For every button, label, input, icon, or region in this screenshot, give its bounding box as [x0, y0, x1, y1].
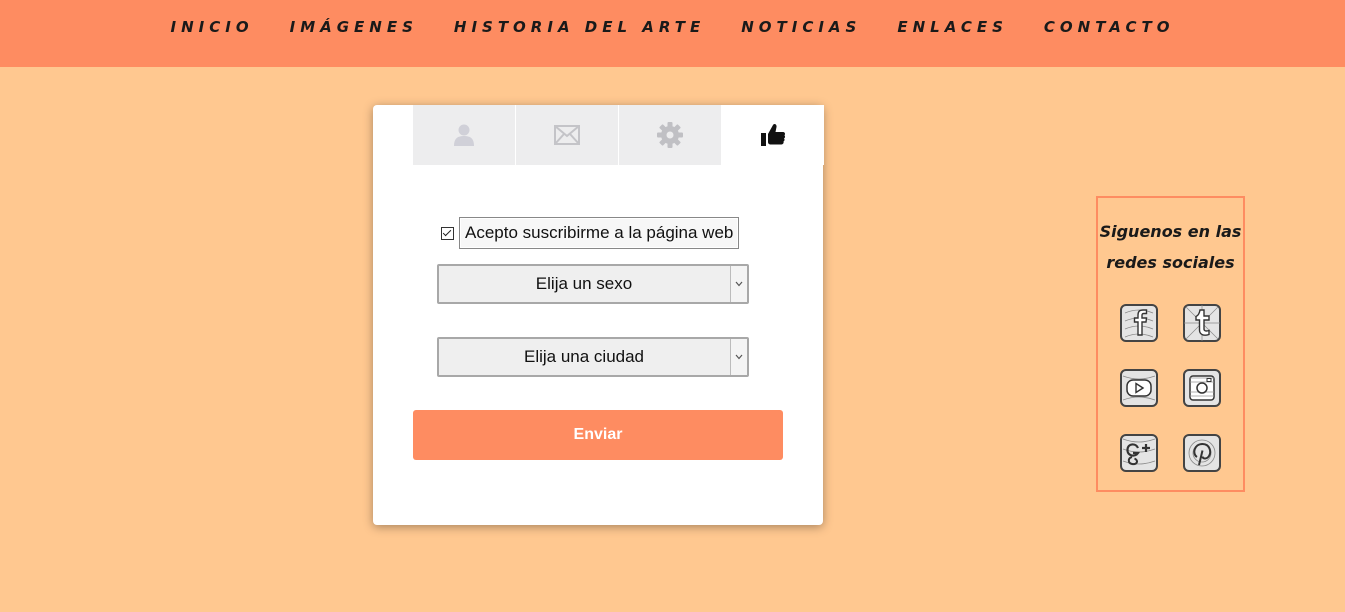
social-title-line-1: Siguenos en las	[1099, 222, 1242, 241]
google-plus-icon[interactable]	[1119, 433, 1159, 473]
nav-link-imagenes[interactable]: IMÁGENES	[290, 18, 418, 36]
subscription-form-card: Acepto suscribirme a la página web Elija…	[373, 105, 825, 525]
social-networks-box: Siguenos en las redes sociales	[1096, 196, 1245, 492]
thumbs-up-icon	[761, 123, 786, 146]
pinterest-icon[interactable]	[1182, 433, 1222, 473]
social-title-line-2: redes sociales	[1106, 253, 1235, 272]
top-navigation: INICIO IMÁGENES HISTORIA DEL ARTE NOTICI…	[0, 0, 1345, 67]
chevron-down-icon	[735, 354, 743, 360]
social-title: Siguenos en las redes sociales	[1098, 216, 1243, 278]
nav-link-contacto[interactable]: CONTACTO	[1044, 18, 1175, 36]
tumblr-icon[interactable]	[1182, 303, 1222, 343]
city-select[interactable]: Elija una ciudad	[437, 337, 749, 377]
subscribe-row: Acepto suscribirme a la página web	[441, 217, 740, 249]
instagram-icon[interactable]	[1182, 368, 1222, 408]
sex-select-dropdown-arrow	[730, 266, 747, 302]
nav-link-noticias[interactable]: NOTICIAS	[741, 18, 861, 36]
tab-email[interactable]	[516, 105, 618, 165]
sex-select[interactable]: Elija un sexo	[437, 264, 749, 304]
sex-select-value: Elija un sexo	[535, 274, 633, 293]
subscribe-checkbox[interactable]	[441, 226, 454, 240]
envelope-icon	[554, 125, 580, 145]
tab-user[interactable]	[413, 105, 515, 165]
form-tabs	[413, 105, 825, 165]
user-icon	[454, 124, 474, 146]
chevron-down-icon	[735, 281, 743, 287]
nav-link-inicio[interactable]: INICIO	[171, 18, 254, 36]
submit-button[interactable]: Enviar	[413, 410, 783, 460]
tab-settings[interactable]	[619, 105, 721, 165]
subscribe-label[interactable]: Acepto suscribirme a la página web	[459, 217, 740, 249]
facebook-icon[interactable]	[1119, 303, 1159, 343]
gear-icon	[657, 122, 683, 148]
nav-link-enlaces[interactable]: ENLACES	[897, 18, 1008, 36]
youtube-icon[interactable]	[1119, 368, 1159, 408]
tab-like[interactable]	[722, 105, 824, 165]
city-select-value: Elija una ciudad	[523, 347, 645, 366]
city-select-dropdown-arrow	[730, 339, 747, 375]
nav-link-historia-del-arte[interactable]: HISTORIA DEL ARTE	[454, 18, 705, 36]
